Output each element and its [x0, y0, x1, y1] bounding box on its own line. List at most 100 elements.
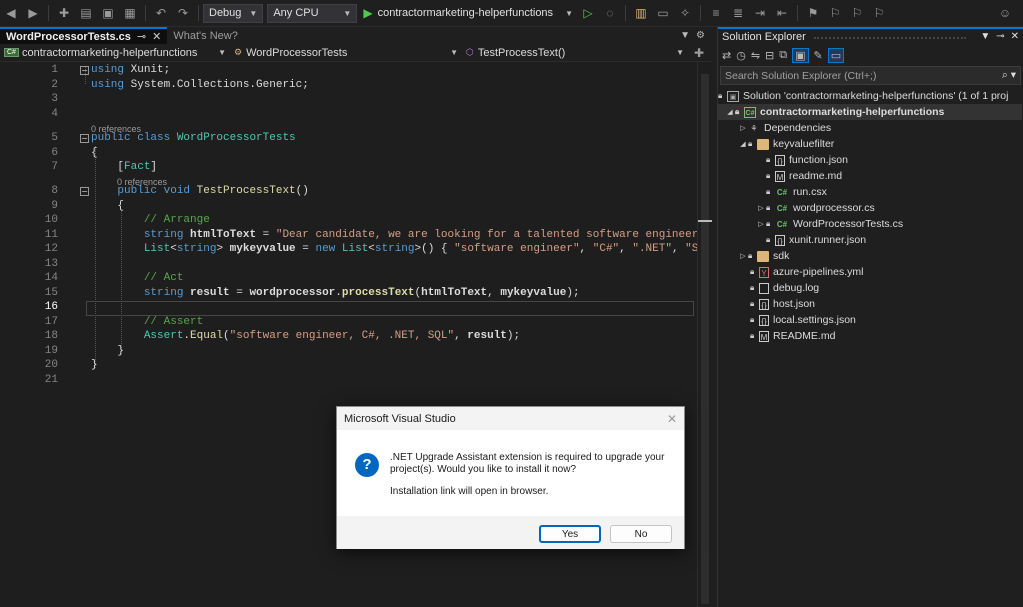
tree-node-file[interactable]: 🔒︎ C# run.csx [718, 184, 1022, 200]
tab-list-dropdown-icon[interactable]: ▼ [680, 30, 690, 41]
tab-whats-new[interactable]: What's New? [167, 27, 243, 44]
chevron-down-icon: ▼ [676, 48, 684, 57]
settings-icon[interactable]: ⚙ [696, 30, 705, 41]
split-editor-icon[interactable]: ✚ [691, 45, 707, 61]
collapsed-icon[interactable]: ▷ [756, 204, 766, 212]
class-dropdown[interactable]: ⚙ WordProcessorTests ▼ [230, 44, 462, 61]
tree-node-file[interactable]: 🔒︎ {} host.json [718, 296, 1022, 312]
outdent-icon[interactable]: ⇤ [774, 5, 790, 21]
collapse-icon[interactable]: − [80, 134, 89, 143]
collapsed-icon[interactable]: ▷ [756, 220, 766, 228]
configuration-dropdown[interactable]: Debug ▼ [203, 3, 264, 23]
tree-node-file[interactable]: 🔒︎ Y azure-pipelines.yml [718, 264, 1022, 280]
hot-reload-icon[interactable]: ◌ [602, 5, 618, 21]
scrollbar-thumb[interactable] [701, 74, 709, 604]
close-icon[interactable]: ✕ [152, 30, 161, 43]
pin-icon[interactable]: ⊸ [996, 31, 1004, 42]
history-icon[interactable]: ◷ [736, 49, 746, 62]
code-line: 21 [44, 373, 58, 386]
tree-node-dependencies[interactable]: ▷ ⚘ Dependencies [718, 120, 1022, 136]
properties-icon[interactable]: ▭ [827, 47, 845, 63]
sync-icon[interactable]: ⇋ [751, 49, 760, 62]
account-icon[interactable]: ☺ [997, 5, 1013, 21]
code-line: 11 string htmlToText = "Dear candidate, … [44, 228, 699, 241]
comment-icon[interactable]: ≡ [708, 5, 724, 21]
yes-button[interactable]: Yes [539, 525, 601, 543]
start-without-debug-icon[interactable]: ▷ [580, 5, 596, 21]
switch-views-icon[interactable]: ⇄ [722, 49, 731, 62]
tree-node-label: WordProcessorTests.cs [793, 218, 904, 230]
tree-node-file[interactable]: 🔒︎ M README.md [718, 328, 1022, 344]
save-all-icon[interactable]: ▦ [122, 5, 138, 21]
new-item-icon[interactable]: ✚ [56, 5, 72, 21]
collapsed-icon[interactable]: ▷ [738, 252, 748, 260]
code-line: 15 string result = wordprocessor.process… [44, 286, 580, 299]
project-dropdown[interactable]: C# contractormarketing-helperfunctions ▼ [0, 44, 230, 61]
platform-dropdown[interactable]: Any CPU ▼ [267, 3, 358, 23]
tree-node-file[interactable]: 🔒︎ {} function.json [718, 152, 1022, 168]
expanded-icon[interactable]: ◢ [738, 140, 748, 148]
tree-node-label: contractormarketing-helperfunctions [760, 106, 945, 118]
bookmark-icon[interactable]: ⚑ [805, 5, 821, 21]
bookmark-prev-icon[interactable]: ⚐ [827, 5, 843, 21]
member-dropdown[interactable]: ⬡ TestProcessText() ▼ [462, 44, 688, 61]
drag-handle[interactable] [813, 35, 967, 39]
layout-icon[interactable]: ▭ [655, 5, 671, 21]
tree-node-project[interactable]: ◢ 🔒︎ C# contractormarketing-helperfuncti… [718, 104, 1022, 120]
collapse-all-icon[interactable]: ⊟ [765, 49, 774, 62]
tree-node-file[interactable]: ▷ 🔒︎ C# wordprocessor.cs [718, 200, 1022, 216]
start-debug-button[interactable]: ▶ contractormarketing-helperfunctions ▼ [361, 0, 577, 26]
tree-node-file[interactable]: 🔒︎ {} xunit.runner.json [718, 232, 1022, 248]
tab-wordprocessortests[interactable]: WordProcessorTests.cs ⊸ ✕ [0, 27, 168, 44]
browse-icon[interactable]: ▥ [633, 5, 649, 21]
close-icon[interactable]: ✕ [1011, 31, 1019, 42]
json-file-icon: {} [759, 298, 769, 310]
tree-node-solution[interactable]: 🔒︎ ▣ Solution 'contractormarketing-helpe… [718, 88, 1022, 104]
tree-node-label: xunit.runner.json [789, 234, 867, 246]
lock-icon: 🔒︎ [750, 331, 755, 340]
collapsed-icon[interactable]: ▷ [738, 124, 748, 132]
tree-node-file[interactable]: 🔒︎ {} local.settings.json [718, 312, 1022, 328]
search-icon[interactable]: ⌕ ▾ [1002, 69, 1016, 82]
dialog-title-bar: Microsoft Visual Studio ✕ [337, 407, 684, 430]
show-all-files-icon[interactable]: ⧉ [779, 49, 787, 62]
csharp-file-icon: C# [776, 219, 788, 229]
tab-label: What's New? [173, 29, 238, 42]
open-folder-icon[interactable]: ▤ [78, 5, 94, 21]
indent-icon[interactable]: ⇥ [752, 5, 768, 21]
log-file-icon [759, 282, 769, 294]
collapse-icon[interactable]: − [80, 187, 89, 196]
collapse-icon[interactable]: − [80, 66, 89, 75]
folder-icon [757, 138, 769, 150]
undo-icon[interactable]: ↶ [153, 5, 169, 21]
no-button[interactable]: No [610, 525, 672, 543]
tree-node-file[interactable]: ▷ 🔒︎ C# WordProcessorTests.cs [718, 216, 1022, 232]
tree-node-file[interactable]: 🔒︎ M readme.md [718, 168, 1022, 184]
expanded-icon[interactable]: ◢ [725, 108, 735, 116]
class-dropdown-value: WordProcessorTests [246, 46, 348, 59]
separator [48, 5, 49, 21]
tree-node-file[interactable]: 🔒︎ debug.log [718, 280, 1022, 296]
bookmark-clear-icon[interactable]: ⚐ [871, 5, 887, 21]
redo-icon[interactable]: ↷ [175, 5, 191, 21]
editor-vertical-scrollbar[interactable] [697, 62, 712, 607]
dialog-message: .NET Upgrade Assistant extension is requ… [390, 452, 665, 475]
tree-node-keyvaluefilter[interactable]: ◢ 🔒︎ keyvaluefilter [718, 136, 1022, 152]
close-icon[interactable]: ✕ [667, 412, 677, 426]
uncomment-icon[interactable]: ≣ [730, 5, 746, 21]
solution-search-input[interactable]: Search Solution Explorer (Ctrl+;) ⌕ ▾ [720, 66, 1021, 85]
preview-selected-icon[interactable]: ▣ [792, 47, 809, 63]
chevron-down-icon[interactable]: ▼ [980, 31, 990, 42]
separator [796, 5, 798, 21]
lock-icon: 🔒︎ [766, 203, 771, 212]
wrench-icon[interactable]: ✎ [814, 49, 823, 62]
bookmark-next-icon[interactable]: ⚐ [849, 5, 865, 21]
tree-node-sdk[interactable]: ▷ 🔒︎ sdk [718, 248, 1022, 264]
play-icon: ▶ [363, 6, 373, 20]
member-dropdown-value: TestProcessText() [477, 46, 566, 59]
forward-icon[interactable]: ▶ [25, 5, 41, 21]
pin-icon[interactable]: ⊸ [137, 30, 146, 43]
save-icon[interactable]: ▣ [100, 5, 116, 21]
back-icon[interactable]: ◀ [3, 5, 19, 21]
diagnostics-icon[interactable]: ✧ [677, 5, 693, 21]
